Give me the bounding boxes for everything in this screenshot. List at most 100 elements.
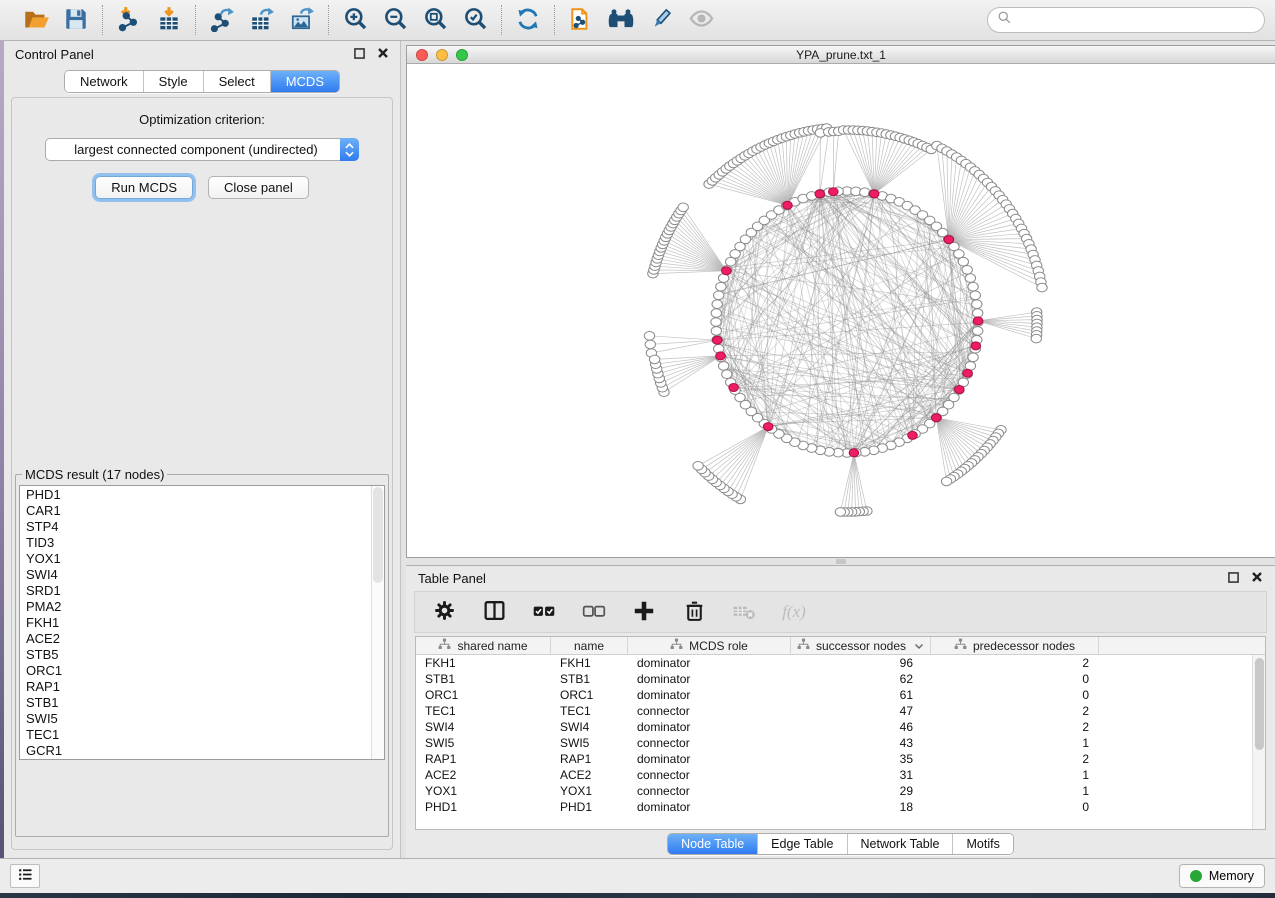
mcds-list-scrollbar-thumb[interactable] xyxy=(373,487,383,583)
delete-table-button[interactable] xyxy=(731,599,757,625)
float-panel-button[interactable] xyxy=(354,47,365,62)
import-table-button[interactable] xyxy=(154,5,184,35)
search-network-button[interactable] xyxy=(606,5,636,35)
refresh-button[interactable] xyxy=(513,5,543,35)
select-all-button[interactable] xyxy=(531,599,557,625)
network-node[interactable] xyxy=(711,327,721,336)
table-scrollbar[interactable] xyxy=(1252,655,1265,829)
table-row[interactable]: STB1STB1dominator620 xyxy=(416,671,1265,687)
mcds-result-item[interactable]: TID3 xyxy=(26,535,371,551)
mcds-result-item[interactable]: TEC1 xyxy=(26,727,371,743)
mcds-result-item[interactable]: STB5 xyxy=(26,647,371,663)
function-builder-button[interactable]: f(x) xyxy=(781,599,807,625)
network-node[interactable] xyxy=(968,353,978,362)
mcds-node[interactable] xyxy=(815,190,825,198)
import-network-button[interactable] xyxy=(114,5,144,35)
network-node[interactable] xyxy=(645,340,655,349)
network-node[interactable] xyxy=(711,318,721,327)
mcds-node[interactable] xyxy=(763,423,773,431)
export-image-button[interactable] xyxy=(287,5,317,35)
mcds-node[interactable] xyxy=(729,384,739,392)
network-graph[interactable] xyxy=(407,64,1271,557)
network-node[interactable] xyxy=(711,309,721,318)
network-node[interactable] xyxy=(965,274,975,283)
table-row[interactable]: YOX1YOX1connector291 xyxy=(416,783,1265,799)
mcds-node[interactable] xyxy=(713,336,723,344)
mcds-node[interactable] xyxy=(716,352,726,360)
table-tab-network-table[interactable]: Network Table xyxy=(847,834,953,854)
zoom-out-button[interactable] xyxy=(380,5,410,35)
table-row[interactable]: RAP1RAP1dominator352 xyxy=(416,751,1265,767)
table-row[interactable]: TEC1TEC1connector472 xyxy=(416,703,1265,719)
tab-network[interactable]: Network xyxy=(65,71,143,92)
run-mcds-button[interactable]: Run MCDS xyxy=(95,176,193,199)
mcds-result-item[interactable]: PHD1 xyxy=(26,487,371,503)
window-zoom-icon[interactable] xyxy=(456,49,468,61)
mcds-node[interactable] xyxy=(869,190,879,198)
export-table-button[interactable] xyxy=(247,5,277,35)
mcds-result-item[interactable]: STP4 xyxy=(26,519,371,535)
zoom-in-button[interactable] xyxy=(340,5,370,35)
network-window-titlebar[interactable]: YPA_prune.txt_1 xyxy=(407,46,1275,64)
criterion-select[interactable]: largest connected component (undirected) xyxy=(45,138,359,161)
table-float-button[interactable] xyxy=(1228,571,1239,586)
mcds-node[interactable] xyxy=(783,201,793,209)
mcds-result-item[interactable]: SWI5 xyxy=(26,711,371,727)
network-node[interactable] xyxy=(954,250,964,259)
column-header-shared-name[interactable]: shared name xyxy=(416,637,551,654)
network-node[interactable] xyxy=(972,300,982,309)
save-session-button[interactable] xyxy=(61,5,91,35)
network-node[interactable] xyxy=(693,462,703,471)
deselect-all-button[interactable] xyxy=(581,599,607,625)
network-node[interactable] xyxy=(968,282,978,291)
table-tab-edge-table[interactable]: Edge Table xyxy=(757,834,846,854)
network-node[interactable] xyxy=(1031,334,1041,343)
table-row[interactable]: SWI4SWI4dominator462 xyxy=(416,719,1265,735)
mcds-result-item[interactable]: ORC1 xyxy=(26,663,371,679)
column-header-successor-nodes[interactable]: successor nodes xyxy=(791,637,931,654)
network-node[interactable] xyxy=(716,282,726,291)
mcds-result-item[interactable]: RAP1 xyxy=(26,679,371,695)
network-node[interactable] xyxy=(644,332,654,341)
mcds-result-item[interactable]: PMA2 xyxy=(26,599,371,615)
table-tab-node-table[interactable]: Node Table xyxy=(668,834,757,854)
window-close-icon[interactable] xyxy=(416,49,428,61)
network-canvas[interactable] xyxy=(407,64,1275,557)
table-row[interactable]: ACE2ACE2connector311 xyxy=(416,767,1265,783)
mcds-result-item[interactable]: FKH1 xyxy=(26,615,371,631)
mcds-node[interactable] xyxy=(971,342,981,350)
table-close-button[interactable] xyxy=(1251,571,1263,586)
tab-mcds[interactable]: MCDS xyxy=(270,71,339,92)
horizontal-splitter[interactable] xyxy=(406,558,1275,565)
network-node[interactable] xyxy=(649,355,659,364)
mcds-node[interactable] xyxy=(944,236,954,244)
search-input[interactable] xyxy=(1018,13,1255,28)
delete-row-button[interactable] xyxy=(681,599,707,625)
memory-button[interactable]: Memory xyxy=(1179,864,1265,888)
table-row[interactable]: PHD1PHD1dominator180 xyxy=(416,799,1265,815)
table-row[interactable]: SWI5SWI5connector431 xyxy=(416,735,1265,751)
mcds-node[interactable] xyxy=(973,317,983,325)
table-tab-motifs[interactable]: Motifs xyxy=(952,834,1012,854)
table-row[interactable]: FKH1FKH1dominator962 xyxy=(416,655,1265,671)
column-layout-button[interactable] xyxy=(481,599,507,625)
mcds-result-item[interactable]: SRD1 xyxy=(26,583,371,599)
network-node[interactable] xyxy=(970,291,980,300)
network-from-file-button[interactable] xyxy=(566,5,596,35)
annotation-button[interactable] xyxy=(646,5,676,35)
table-settings-button[interactable] xyxy=(431,599,457,625)
show-hide-button[interactable] xyxy=(686,5,716,35)
network-node[interactable] xyxy=(962,266,972,275)
close-panel-button-mcds[interactable]: Close panel xyxy=(208,176,309,199)
task-history-button[interactable] xyxy=(10,864,40,888)
network-node[interactable] xyxy=(712,300,722,309)
table-row[interactable]: ORC1ORC1dominator610 xyxy=(416,687,1265,703)
column-header-MCDS-role[interactable]: MCDS role xyxy=(628,637,791,654)
network-node[interactable] xyxy=(941,477,951,486)
mcds-result-item[interactable]: CAR1 xyxy=(26,503,371,519)
mcds-result-item[interactable]: ACE2 xyxy=(26,631,371,647)
mcds-result-list[interactable]: PHD1CAR1STP4TID3YOX1SWI4SRD1PMA2FKH1ACE2… xyxy=(19,485,385,760)
mcds-node[interactable] xyxy=(829,188,839,196)
column-header-name[interactable]: name xyxy=(551,637,628,654)
network-node[interactable] xyxy=(714,291,724,300)
